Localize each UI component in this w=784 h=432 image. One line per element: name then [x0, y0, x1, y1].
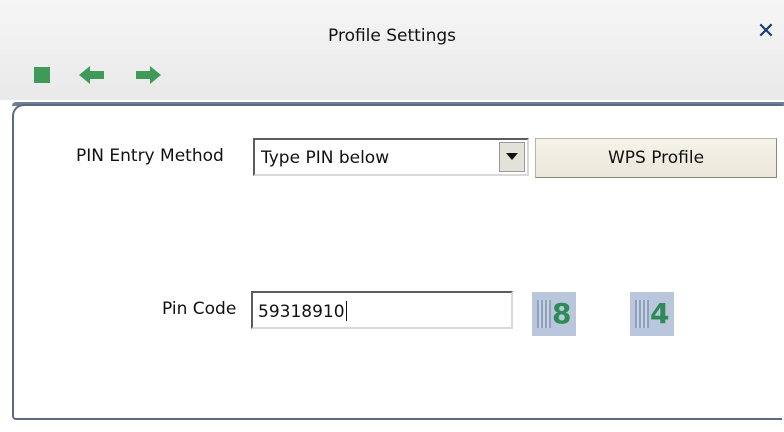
back-arrow-icon[interactable]	[77, 62, 107, 86]
barcode-icon	[537, 300, 551, 328]
forward-arrow-icon[interactable]	[133, 62, 163, 86]
pin-code-input[interactable]: 59318910	[251, 291, 513, 329]
barcode-icon	[635, 300, 649, 328]
pin-code-value: 59318910	[258, 302, 345, 322]
pin-code-label: Pin Code	[162, 299, 237, 319]
chevron-down-icon[interactable]	[499, 142, 525, 172]
digit-8-button[interactable]: 8	[532, 292, 576, 336]
digit-label: 8	[552, 297, 572, 330]
window-title: Profile Settings	[328, 26, 456, 46]
pin-entry-method-select[interactable]: Type PIN below	[253, 138, 529, 176]
text-caret	[345, 301, 347, 321]
digit-4-button[interactable]: 4	[630, 292, 674, 336]
profile-settings-window: Profile Settings ✕ PIN Entry Method Type…	[0, 0, 784, 432]
close-icon[interactable]: ✕	[754, 20, 778, 44]
digit-label: 4	[650, 297, 670, 330]
wps-profile-button[interactable]: WPS Profile	[535, 138, 777, 178]
title-bar: Profile Settings ✕	[0, 0, 784, 100]
pin-code-value-wrap: 59318910	[258, 301, 347, 322]
pin-entry-method-value: Type PIN below	[261, 148, 390, 168]
stop-icon[interactable]	[32, 62, 52, 86]
pin-entry-method-label: PIN Entry Method	[76, 146, 224, 166]
